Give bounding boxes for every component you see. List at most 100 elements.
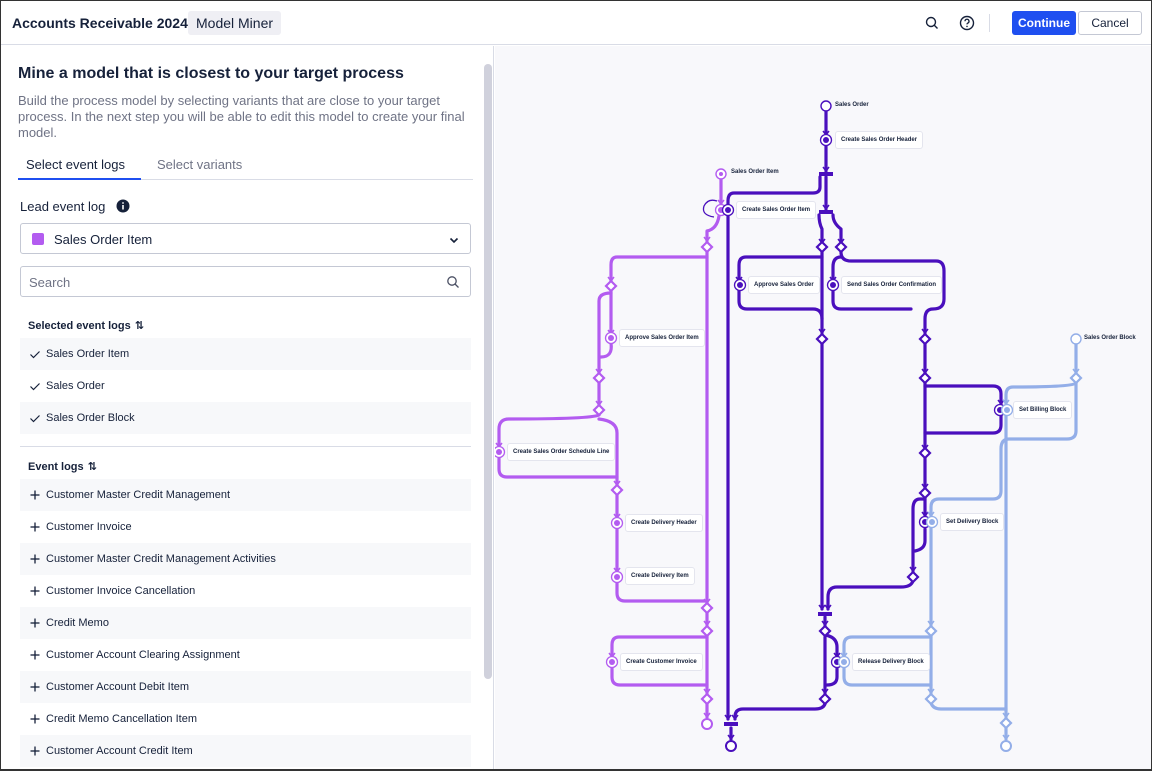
event-log-label: Customer Invoice Cancellation (46, 585, 196, 597)
process-model-canvas[interactable]: Sales Order Sales Order Item Sales Order B… (495, 46, 1151, 769)
start-event-dot (719, 172, 723, 176)
activity-label[interactable]: Create Sales Order Schedule Line (507, 443, 616, 461)
event-log-label: Customer Account Debit Item (46, 681, 190, 693)
flow-edge (913, 527, 927, 553)
check-icon (28, 379, 42, 393)
activity-node-dot (823, 137, 829, 143)
activity-node-dot (841, 659, 847, 665)
panel-description: Build the process model by selecting var… (18, 93, 465, 140)
event-log-label: Customer Master Credit Management (46, 489, 231, 501)
event-log-label: Credit Memo (46, 617, 109, 629)
activity-label[interactable]: Release Delivery Block (852, 653, 930, 671)
sort-icon[interactable]: ⇅ (135, 319, 144, 332)
app-module-chip: Model Miner (188, 11, 282, 35)
selected-log-item[interactable]: Sales Order Block (20, 402, 471, 434)
start-event (820, 100, 832, 112)
event-log-item[interactable]: Customer Master Credit Management Activi… (20, 543, 471, 575)
sync-bar (818, 612, 832, 616)
gateway-diamond (592, 403, 606, 417)
event-log-item[interactable]: Customer Account Debit Item (20, 671, 471, 703)
event-log-source-label: Sales Order (835, 102, 869, 108)
panel-scrollbar[interactable] (484, 64, 492, 679)
start-event (1070, 333, 1082, 345)
mining-config-panel: Mine a model that is closest to your tar… (1, 46, 494, 769)
lead-event-log-label: Lead event log (20, 199, 106, 214)
gateway-diamond (700, 692, 714, 706)
activity-label[interactable]: Create Customer Invoice (620, 653, 703, 671)
gateway-diamond (815, 332, 829, 346)
activity-node-dot (737, 282, 743, 288)
plus-icon (28, 648, 42, 662)
selected-log-item[interactable]: Sales Order (20, 370, 471, 402)
activity-node-dot (614, 520, 620, 526)
activity-label[interactable]: Create Sales Order Item (736, 201, 817, 219)
selected-log-label: Sales Order (46, 380, 105, 392)
event-log-item[interactable]: Customer Invoice Cancellation (20, 575, 471, 607)
event-log-item[interactable]: Credit Memo (20, 607, 471, 639)
flow-edge (615, 581, 709, 603)
event-logs-label: Event logs (28, 461, 84, 473)
tab-select-variants[interactable]: Select variants (157, 157, 242, 172)
flow-edge (923, 413, 1003, 435)
help-circle-icon[interactable] (957, 13, 977, 33)
event-log-label: Customer Invoice (46, 521, 132, 533)
info-icon[interactable] (116, 199, 130, 213)
gateway-diamond (592, 371, 606, 385)
lead-event-log-select[interactable]: Sales Order Item (20, 223, 471, 254)
gateway-diamond (700, 240, 714, 254)
plus-icon (28, 488, 42, 502)
gateway-diamond (818, 692, 832, 706)
active-tab-indicator (18, 178, 141, 180)
flow-edge (609, 255, 709, 283)
activity-label[interactable]: Set Delivery Block (940, 513, 1005, 531)
event-log-item[interactable]: Customer Account Credit Item (20, 735, 471, 767)
event-log-label: Customer Account Clearing Assignment (46, 649, 240, 661)
activity-label[interactable]: Create Sales Order Header (835, 131, 924, 149)
event-log-item[interactable]: Customer Account Clearing Assignment (20, 639, 471, 671)
gateway-diamond (834, 240, 848, 254)
plus-icon (28, 616, 42, 630)
flow-edge (825, 666, 839, 687)
gateway-diamond (999, 716, 1013, 730)
activity-label[interactable]: Create Delivery Item (625, 567, 695, 585)
search-input[interactable] (29, 273, 429, 291)
continue-button[interactable]: Continue (1012, 11, 1076, 35)
sync-bar (724, 722, 738, 726)
selected-log-item[interactable]: Sales Order Item (20, 338, 471, 370)
event-log-item[interactable]: Customer Master Credit Management (20, 479, 471, 511)
activity-node-dot (725, 207, 731, 213)
activity-node-dot (929, 519, 935, 525)
tab-select-event-logs[interactable]: Select event logs (26, 157, 125, 172)
search-icon (446, 275, 460, 289)
sort-icon[interactable]: ⇅ (88, 460, 97, 473)
end-event (1000, 740, 1012, 752)
flow-edge (733, 702, 827, 721)
selected-event-logs-label: Selected event logs (28, 320, 131, 332)
activity-node-dot (608, 335, 614, 341)
activity-label[interactable]: Approve Sales Order Item (619, 329, 705, 347)
gateway-diamond (700, 601, 714, 615)
activity-label[interactable]: Send Sales Order Confirmation (841, 276, 943, 294)
plus-icon (28, 680, 42, 694)
plus-icon (28, 744, 42, 758)
flow-edge (923, 384, 1003, 406)
event-log-search (20, 266, 471, 297)
activity-node-dot (614, 574, 620, 580)
activity-label[interactable]: Set Billing Block (1013, 401, 1073, 419)
activity-node-dot (496, 449, 502, 455)
gateway-diamond (700, 624, 714, 638)
selected-log-label: Sales Order Item (46, 348, 130, 360)
activity-label[interactable]: Approve Sales Order (748, 276, 820, 294)
event-log-item[interactable]: Credit Memo Cancellation Item (20, 703, 471, 735)
flow-edge (831, 255, 843, 283)
activity-label[interactable]: Create Delivery Header (625, 514, 703, 532)
plus-icon (28, 584, 42, 598)
search-icon[interactable] (922, 13, 942, 33)
event-log-item[interactable]: Customer Invoice (20, 511, 471, 543)
activity-node-dot (609, 659, 615, 665)
end-event (725, 740, 737, 752)
cancel-button[interactable]: Cancel (1078, 11, 1142, 35)
gateway-diamond (1069, 371, 1083, 385)
gateway-diamond (918, 332, 932, 346)
selected-log-label: Sales Order Block (46, 412, 135, 424)
